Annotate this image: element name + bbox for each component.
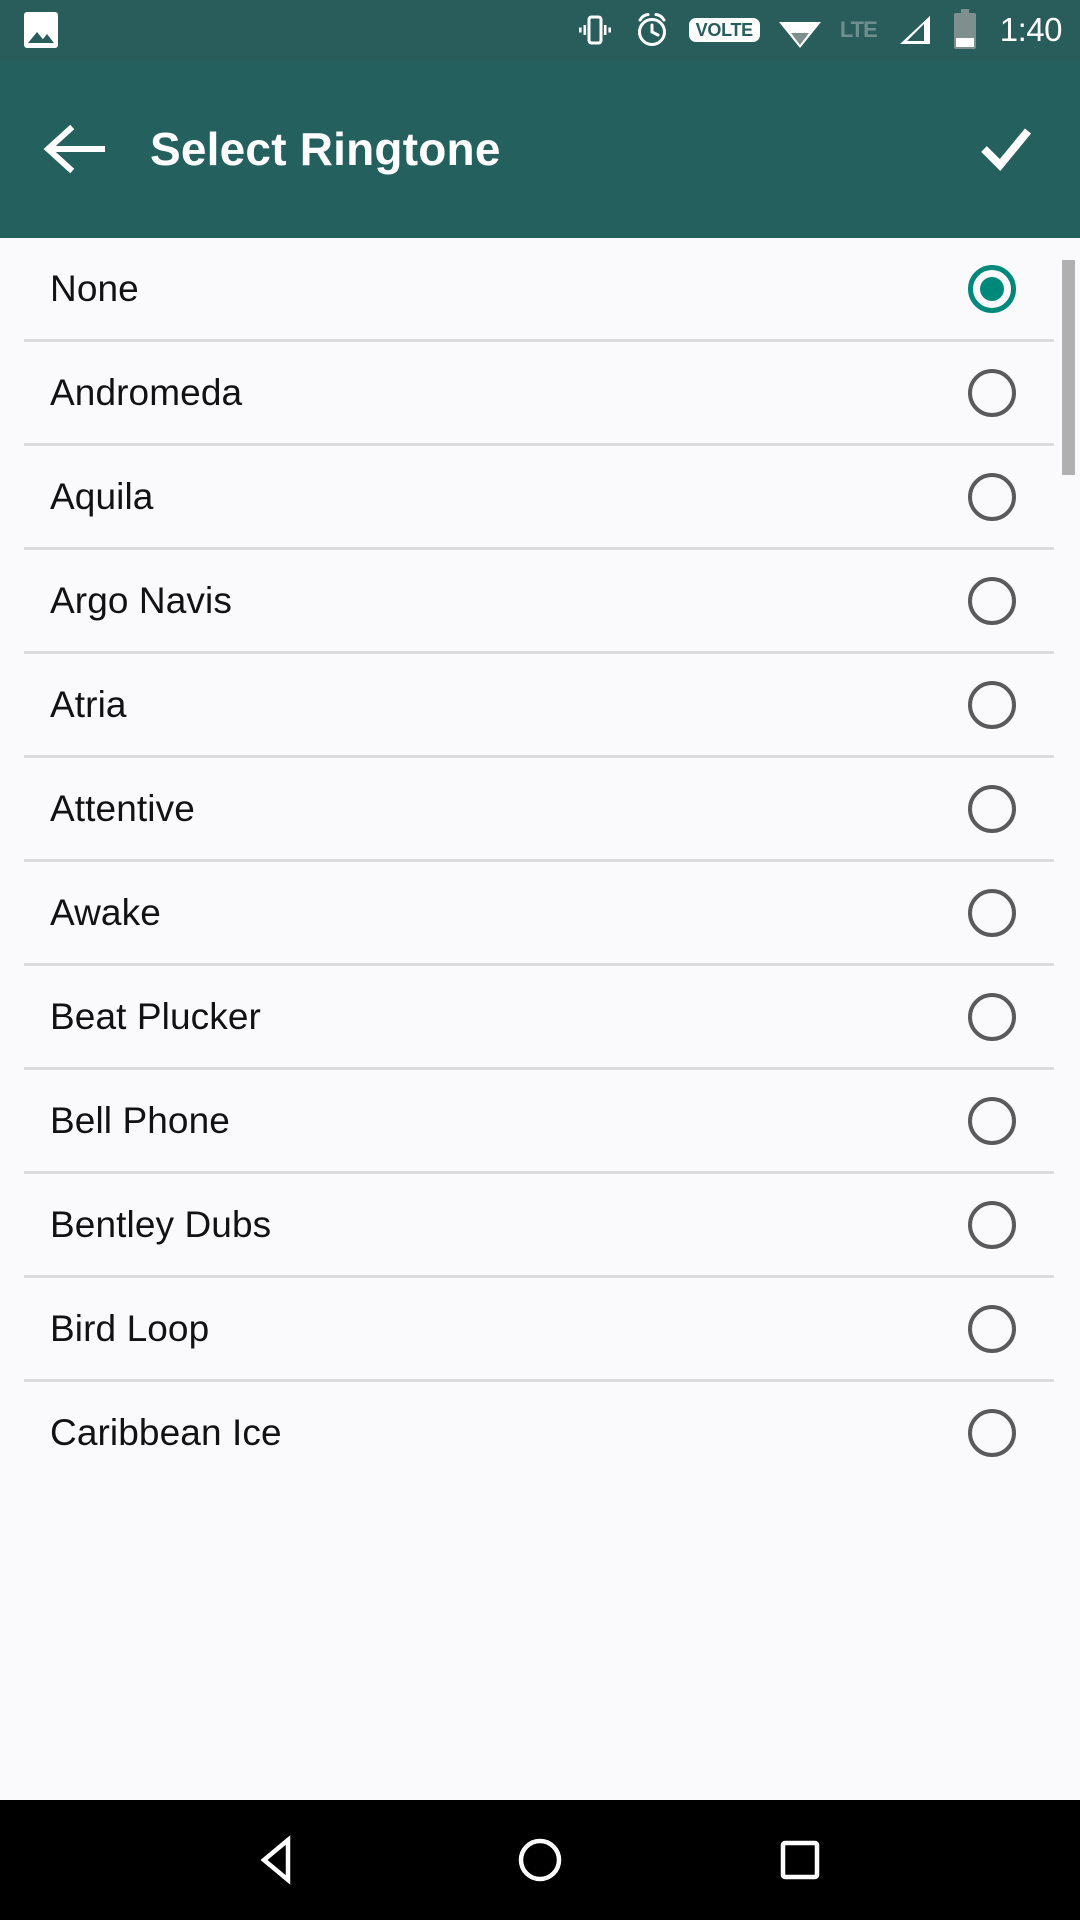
ringtone-row[interactable]: Andromeda — [0, 342, 1080, 443]
ringtone-label: Argo Navis — [50, 580, 232, 622]
ringtone-row[interactable]: Aquila — [0, 446, 1080, 547]
radio-button[interactable] — [968, 1305, 1016, 1353]
ringtone-label: Bell Phone — [50, 1100, 230, 1142]
alarm-clock-icon — [632, 10, 672, 50]
status-bar-right-icons: VOLTE LTE — [575, 8, 1062, 52]
radio-button[interactable] — [968, 993, 1016, 1041]
wifi-icon — [777, 10, 823, 50]
radio-button[interactable] — [968, 369, 1016, 417]
ringtone-label: Bentley Dubs — [50, 1204, 271, 1246]
ringtone-row[interactable]: Bird Loop — [0, 1278, 1080, 1379]
phone-screen: VOLTE LTE — [0, 0, 1080, 1920]
ringtone-row[interactable]: Bell Phone — [0, 1070, 1080, 1171]
radio-button-selected[interactable] — [968, 265, 1016, 313]
ringtone-row[interactable]: Awake — [0, 862, 1080, 963]
ringtone-label: Caribbean Ice — [50, 1412, 282, 1454]
ringtone-label: None — [50, 268, 139, 310]
radio-button[interactable] — [968, 785, 1016, 833]
volte-icon: VOLTE — [689, 18, 760, 42]
photo-gallery-icon — [24, 12, 58, 48]
ringtone-label: Awake — [50, 892, 161, 934]
ringtone-label: Aquila — [50, 476, 153, 518]
ringtone-label: Beat Plucker — [50, 996, 261, 1038]
ringtone-label: Attentive — [50, 788, 195, 830]
lte-icon: LTE — [840, 17, 877, 43]
ringtone-list[interactable]: None Andromeda Aquila Argo Navis Atria Attent… — [0, 238, 1080, 1800]
nav-back-button[interactable] — [225, 1805, 335, 1915]
ringtone-row[interactable]: None — [0, 238, 1080, 339]
list-scrollbar-thumb[interactable] — [1062, 260, 1075, 475]
ringtone-row[interactable]: Argo Navis — [0, 550, 1080, 651]
nav-recents-button[interactable] — [745, 1805, 855, 1915]
ringtone-label: Andromeda — [50, 372, 242, 414]
radio-button[interactable] — [968, 1201, 1016, 1249]
app-bar: Select Ringtone — [0, 60, 1080, 238]
vibrate-icon — [575, 10, 615, 50]
status-bar: VOLTE LTE — [0, 0, 1080, 60]
radio-button[interactable] — [968, 681, 1016, 729]
status-bar-left-icons — [24, 12, 58, 48]
ringtone-label: Bird Loop — [50, 1308, 209, 1350]
cellular-signal-icon — [894, 10, 934, 50]
ringtone-row[interactable]: Caribbean Ice — [0, 1382, 1080, 1483]
radio-button[interactable] — [968, 889, 1016, 937]
radio-button[interactable] — [968, 1409, 1016, 1457]
android-navigation-bar — [0, 1800, 1080, 1920]
back-arrow-icon[interactable] — [42, 121, 106, 177]
radio-button[interactable] — [968, 1097, 1016, 1145]
ringtone-row[interactable]: Beat Plucker — [0, 966, 1080, 1067]
ringtone-row[interactable]: Bentley Dubs — [0, 1174, 1080, 1275]
nav-home-button[interactable] — [485, 1805, 595, 1915]
radio-button[interactable] — [968, 473, 1016, 521]
ringtone-row[interactable]: Attentive — [0, 758, 1080, 859]
confirm-check-icon[interactable] — [976, 121, 1036, 177]
ringtone-row[interactable]: Atria — [0, 654, 1080, 755]
status-bar-clock: 1:40 — [1000, 11, 1062, 49]
ringtone-label: Atria — [50, 684, 127, 726]
battery-icon — [951, 8, 979, 52]
radio-button[interactable] — [968, 577, 1016, 625]
page-title: Select Ringtone — [150, 122, 501, 176]
